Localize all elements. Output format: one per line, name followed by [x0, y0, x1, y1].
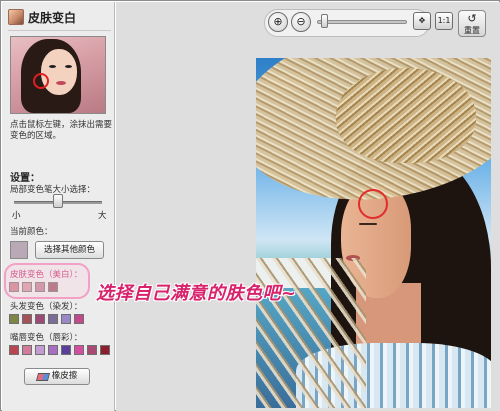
eraser-button[interactable]: 橡皮擦: [24, 368, 90, 385]
color-swatch[interactable]: [74, 345, 84, 355]
zoom-slider-thumb[interactable]: [321, 14, 329, 28]
color-swatch[interactable]: [35, 345, 45, 355]
thumbnail-lips: [56, 81, 66, 85]
tool-panel: 皮肤变白 点击鼠标左键，涂抹出需要变色的区域。 设置： 局部变色笔大小选择： 小…: [2, 2, 115, 411]
brush-size-slider-thumb[interactable]: [53, 194, 63, 208]
color-swatch[interactable]: [22, 345, 32, 355]
skin-whitening-icon: [8, 9, 24, 25]
panel-header: 皮肤变白: [8, 8, 76, 26]
photo-canvas[interactable]: [256, 58, 491, 408]
color-swatch[interactable]: [74, 314, 84, 324]
color-swatch[interactable]: [48, 314, 58, 324]
example-thumbnail: [10, 36, 106, 114]
zoom-slider[interactable]: [317, 20, 407, 24]
promo-caption: 选择自己满意的肤色吧~: [96, 283, 297, 304]
settings-heading: 设置：: [10, 173, 40, 184]
reset-icon: ↺: [467, 12, 477, 25]
size-small-label: 小: [12, 211, 21, 221]
color-swatch[interactable]: [35, 314, 45, 324]
photo-straw-hat-crown: [336, 68, 476, 163]
color-swatch[interactable]: [9, 345, 19, 355]
choose-other-color-button[interactable]: 选择其他颜色: [35, 241, 104, 259]
photo-marker-circle: [358, 189, 388, 219]
thumbnail-eye: [49, 65, 56, 68]
header-divider: [8, 30, 111, 31]
color-swatch[interactable]: [61, 314, 71, 324]
zoom-out-icon[interactable]: ⊖: [291, 12, 311, 32]
color-swatch[interactable]: [9, 314, 19, 324]
reset-button[interactable]: ↺ 重置: [458, 10, 486, 37]
thumbnail-face: [41, 49, 77, 95]
thumbnail-eye: [65, 65, 72, 68]
reset-label: 重置: [464, 26, 480, 35]
size-large-label: 大: [98, 211, 107, 221]
color-swatch-row: [9, 345, 110, 355]
brush-size-label: 局部变色笔大小选择：: [10, 185, 96, 195]
color-group-label: 头发变色（染发）：: [10, 302, 83, 312]
app-window: 皮肤变白 点击鼠标左键，涂抹出需要变色的区域。 设置： 局部变色笔大小选择： 小…: [0, 0, 500, 411]
zoom-in-icon[interactable]: ⊕: [268, 12, 288, 32]
current-color-label: 当前颜色：: [10, 227, 53, 237]
eraser-icon: [35, 372, 50, 381]
panel-title: 皮肤变白: [28, 10, 77, 25]
color-swatch[interactable]: [48, 345, 58, 355]
current-color-swatch: [10, 241, 28, 259]
usage-hint: 点击鼠标左键，涂抹出需要变色的区域。: [10, 120, 113, 141]
fit-screen-icon[interactable]: ✥: [413, 12, 431, 30]
photo-closed-eye: [359, 223, 377, 225]
skin-group-highlight: [4, 263, 90, 299]
color-swatch[interactable]: [61, 345, 71, 355]
color-swatch[interactable]: [22, 314, 32, 324]
actual-size-icon[interactable]: 1:1: [435, 12, 453, 30]
eraser-button-label: 橡皮擦: [51, 371, 78, 381]
color-swatch[interactable]: [100, 345, 110, 355]
thumbnail-marker-circle: [33, 73, 49, 89]
color-swatch-row: [9, 314, 84, 324]
color-swatch[interactable]: [87, 345, 97, 355]
color-group-label: 嘴唇变色（唇彩）：: [10, 333, 83, 343]
